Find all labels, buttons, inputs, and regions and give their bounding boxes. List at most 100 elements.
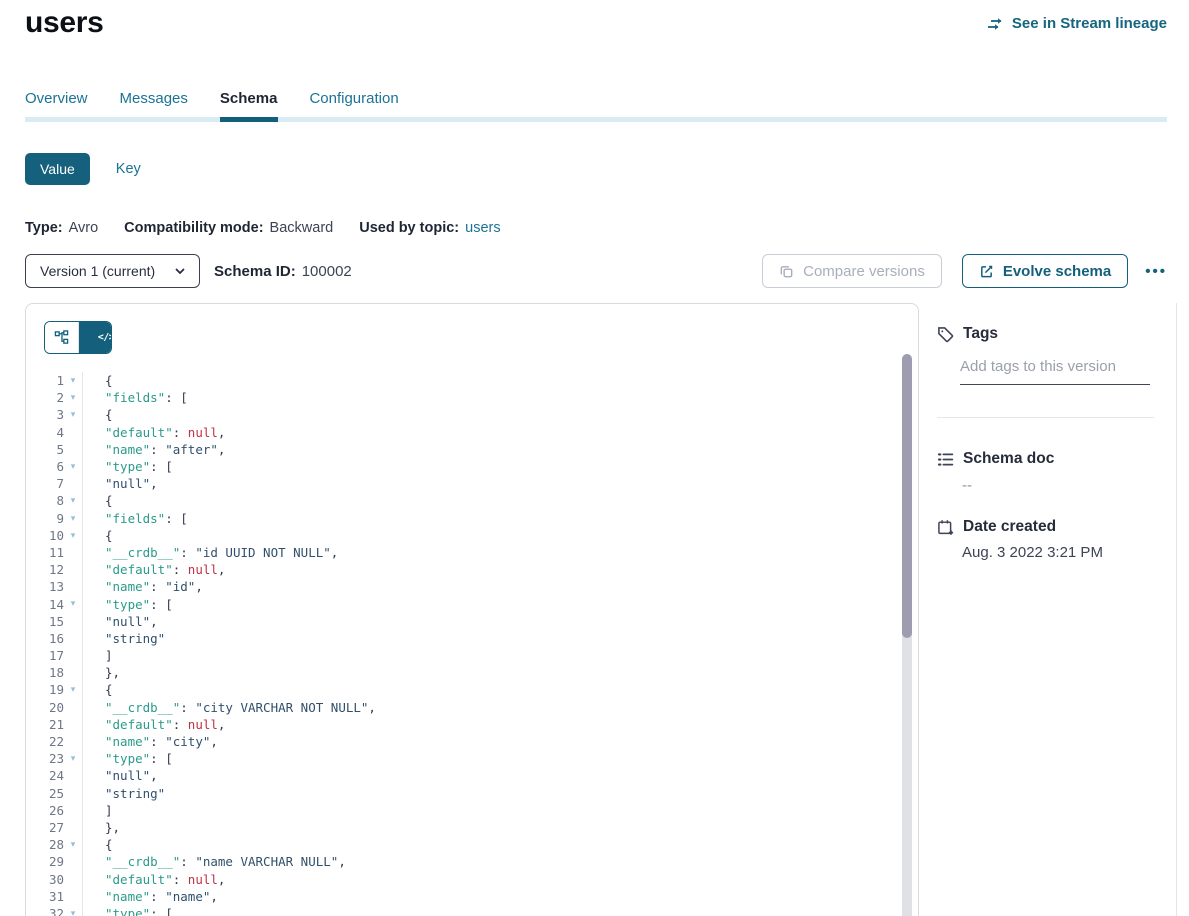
code-view-button[interactable]: </> <box>78 322 111 353</box>
code-text: }, <box>82 664 120 681</box>
more-options-button[interactable]: ••• <box>1145 263 1167 280</box>
code-line: 23▾ "type": [ <box>26 750 918 767</box>
meta-item: Type:Avro <box>25 220 98 236</box>
code-text: "null", <box>82 613 158 630</box>
tags-section-header: Tags <box>937 325 998 343</box>
line-number: 25 <box>26 786 64 801</box>
fold-toggle-icon[interactable]: ▾ <box>64 458 82 475</box>
code-text: "default": null, <box>82 870 225 887</box>
code-text: "__crdb__": "city VARCHAR NOT NULL", <box>82 699 376 716</box>
code-text: "default": null, <box>82 424 225 441</box>
editor-scrollbar-track[interactable] <box>902 354 912 916</box>
line-number: 20 <box>26 700 64 715</box>
fold-toggle-icon[interactable]: ▾ <box>64 681 82 698</box>
schema-id-value: 100002 <box>302 263 352 280</box>
code-text: { <box>82 372 113 389</box>
line-number: 23 <box>26 751 64 766</box>
code-line: 14▾ "type": [ <box>26 595 918 612</box>
code-line: 8▾ { <box>26 492 918 509</box>
code-line: 2▾ "fields": [ <box>26 389 918 406</box>
tab-schema[interactable]: Schema <box>220 90 278 107</box>
compare-versions-button[interactable]: Compare versions <box>762 254 942 288</box>
code-text: "type": [ <box>82 905 173 916</box>
evolve-schema-label: Evolve schema <box>1003 263 1111 280</box>
key-toggle-button[interactable]: Key <box>116 161 141 177</box>
schema-details-sidebar: Tags Schema doc -- Date created Aug. 3 2… <box>935 303 1177 916</box>
code-text: }, <box>82 819 120 836</box>
line-number: 26 <box>26 803 64 818</box>
code-line: 25 "string" <box>26 785 918 802</box>
fold-toggle-icon[interactable]: ▾ <box>64 389 82 406</box>
tab-messages[interactable]: Messages <box>120 90 188 107</box>
page-title: users <box>25 6 104 40</box>
line-number: 2 <box>26 390 64 405</box>
meta-value: Backward <box>270 220 334 236</box>
edit-pencil-square-icon <box>979 264 994 279</box>
fold-toggle-icon[interactable]: ▾ <box>64 595 82 612</box>
code-text: { <box>82 406 113 423</box>
value-toggle-button[interactable]: Value <box>25 153 90 185</box>
tab-overview[interactable]: Overview <box>25 90 88 107</box>
copy-icon <box>779 264 794 279</box>
code-text: ] <box>82 647 113 664</box>
line-number: 13 <box>26 579 64 594</box>
fold-toggle-icon[interactable]: ▾ <box>64 905 82 916</box>
code-line: 31 "name": "name", <box>26 888 918 905</box>
double-arrow-right-icon <box>987 17 1004 31</box>
code-brackets-icon: </> <box>98 332 112 343</box>
code-line: 1▾{ <box>26 372 918 389</box>
code-line: 9▾ "fields": [ <box>26 510 918 527</box>
code-line: 19▾ { <box>26 681 918 698</box>
code-line: 13 "name": "id", <box>26 578 918 595</box>
fold-toggle-icon[interactable]: ▾ <box>64 492 82 509</box>
code-text: "type": [ <box>82 750 173 767</box>
line-number: 16 <box>26 631 64 646</box>
line-number: 28 <box>26 837 64 852</box>
meta-value-link[interactable]: users <box>465 220 500 236</box>
fold-toggle-icon[interactable]: ▾ <box>64 510 82 527</box>
line-number: 24 <box>26 768 64 783</box>
line-number: 29 <box>26 854 64 869</box>
code-text: ] <box>82 802 113 819</box>
code-text: "null", <box>82 475 158 492</box>
sidebar-divider <box>937 417 1154 418</box>
meta-label: Used by topic: <box>359 220 459 236</box>
version-toolbar: Version 1 (current) Schema ID: 100002 Co… <box>25 254 1167 288</box>
code-line: 18 }, <box>26 664 918 681</box>
tab-underline-active <box>220 117 278 122</box>
code-text: "type": [ <box>82 595 173 612</box>
see-in-stream-lineage-link[interactable]: See in Stream lineage <box>987 15 1167 32</box>
fold-toggle-icon[interactable]: ▾ <box>64 406 82 423</box>
schema-id-label: Schema ID: <box>214 263 296 280</box>
add-tags-input[interactable] <box>960 358 1150 385</box>
fold-toggle-icon[interactable]: ▾ <box>64 750 82 767</box>
code-line: 12 "default": null, <box>26 561 918 578</box>
date-created-value: Aug. 3 2022 3:21 PM <box>962 544 1103 561</box>
tab-configuration[interactable]: Configuration <box>309 90 398 107</box>
date-created-title: Date created <box>963 518 1056 536</box>
lineage-link-label: See in Stream lineage <box>1012 15 1167 32</box>
code-line: 10▾ { <box>26 527 918 544</box>
evolve-schema-button[interactable]: Evolve schema <box>962 254 1128 288</box>
code-line: 32▾ "type": [ <box>26 905 918 916</box>
line-number: 4 <box>26 425 64 440</box>
line-number: 10 <box>26 528 64 543</box>
editor-view-toggle: </> <box>44 321 112 354</box>
line-number: 1 <box>26 373 64 388</box>
line-number: 31 <box>26 889 64 904</box>
code-line: 16 "string" <box>26 630 918 647</box>
meta-item: Used by topic: users <box>359 220 500 236</box>
version-select[interactable]: Version 1 (current) <box>25 254 200 288</box>
schema-page: { "colors": { "accent": "#14607c", "link… <box>0 0 1189 916</box>
tree-view-button[interactable] <box>45 322 78 353</box>
date-created-section-header: Date created <box>937 518 1056 536</box>
chevron-down-icon <box>173 264 187 278</box>
code-line: 20 "__crdb__": "city VARCHAR NOT NULL", <box>26 699 918 716</box>
fold-toggle-icon[interactable]: ▾ <box>64 527 82 544</box>
code-text: "string" <box>82 785 165 802</box>
line-number: 6 <box>26 459 64 474</box>
editor-scrollbar-thumb[interactable] <box>902 354 912 638</box>
fold-toggle-icon[interactable]: ▾ <box>64 836 82 853</box>
fold-toggle-icon[interactable]: ▾ <box>64 372 82 389</box>
list-icon <box>937 451 954 468</box>
